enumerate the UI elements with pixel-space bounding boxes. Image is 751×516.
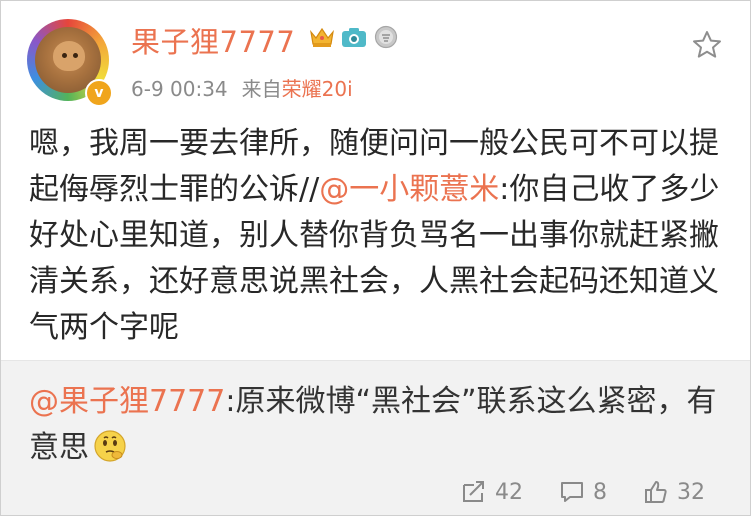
comment-button[interactable]: 8 [559, 479, 607, 505]
avatar-eye [62, 53, 67, 58]
post-body: 嗯，我周一要去律所，随便问问一般公民可不可以提起侮辱烈士罪的公诉//@一小颗薏米… [29, 121, 729, 351]
post-meta: 6-9 00:34 来自荣耀20i [131, 73, 353, 102]
repost-body: @果子狸7777:原来微博“黑社会”联系这么紧密，有意思 [29, 379, 719, 471]
avatar-face [53, 41, 85, 71]
crown-icon[interactable] [309, 25, 335, 49]
thinking-emoji-icon [93, 429, 127, 463]
avatar[interactable]: v [27, 19, 113, 107]
source-prefix: 来自 [241, 77, 282, 101]
repost-button[interactable]: 42 [461, 479, 523, 505]
verified-icon: v [85, 79, 113, 107]
repost-count: 42 [495, 479, 523, 505]
medal-icon[interactable] [373, 25, 399, 49]
mention-link[interactable]: @一小颗薏米 [319, 172, 499, 207]
comment-count: 8 [593, 479, 607, 505]
action-bar: 42 8 32 [461, 479, 741, 505]
user-badges [309, 25, 399, 49]
thumbs-up-icon [645, 481, 667, 503]
like-count: 32 [677, 479, 705, 505]
camera-icon[interactable] [341, 25, 367, 49]
post-time[interactable]: 6-9 00:34 [131, 77, 228, 101]
username[interactable]: 果子狸7777 [131, 19, 295, 61]
avatar-eye [73, 53, 78, 58]
comment-icon [561, 482, 583, 502]
weibo-card: v 果子狸7777 6-9 00:34 来自荣耀20i 嗯，我周一要去律所，随便… [0, 0, 751, 516]
repost-icon [463, 481, 484, 502]
post-source[interactable]: 荣耀20i [282, 77, 353, 101]
favorite-star-icon[interactable] [691, 29, 723, 61]
like-button[interactable]: 32 [643, 479, 705, 505]
repost-mention-link[interactable]: @果子狸7777 [29, 384, 225, 419]
